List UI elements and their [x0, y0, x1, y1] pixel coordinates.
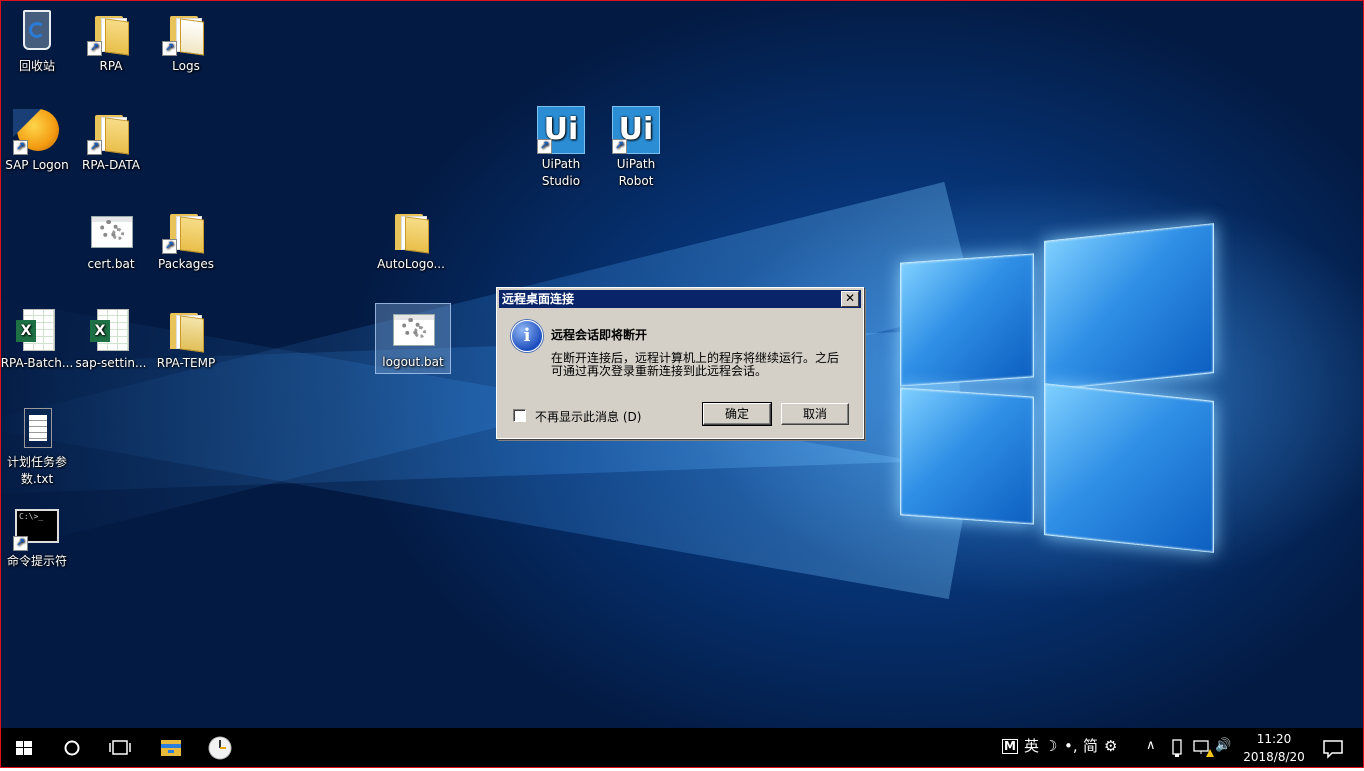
icon-label: AutoLogo...	[377, 257, 445, 271]
icon-label: cert.bat	[87, 257, 135, 271]
desktop-icon-cmd[interactable]: C:\>_ ↗ 命令提示符	[0, 503, 74, 570]
ok-button[interactable]: 确定	[702, 402, 772, 426]
shortcut-arrow-icon: ↗	[13, 536, 28, 551]
folder-icon: ↗	[87, 107, 135, 155]
show-hidden-icons-chevron-icon[interactable]: ∧	[1146, 736, 1156, 756]
desktop-icon-cert-bat[interactable]: cert.bat	[74, 206, 148, 273]
icon-label: logout.bat	[382, 355, 444, 369]
taskbar-file-explorer[interactable]	[148, 728, 196, 768]
ime-punctuation-icon[interactable]: •,	[1064, 736, 1078, 756]
excel-file-icon: X	[16, 309, 55, 351]
network-warning-icon[interactable]	[1192, 738, 1214, 758]
shortcut-arrow-icon: ↗	[162, 41, 177, 56]
clock-icon	[208, 736, 232, 760]
icon-label: RPA-DATA	[82, 158, 140, 172]
ime-language[interactable]: 英	[1024, 736, 1039, 756]
desktop-icon-rpa-batch[interactable]: X RPA-Batch...	[0, 305, 74, 372]
icon-label: 命令提示符	[6, 554, 67, 568]
desktop: 回收站 ↗ RPA ↗ Logs ↗ SAP Logon ↗ RPA-DATA …	[0, 0, 1364, 728]
excel-file-icon: X	[90, 309, 129, 351]
shortcut-arrow-icon: ↗	[13, 140, 28, 155]
usb-device-icon[interactable]	[1170, 738, 1184, 758]
icon-label: RPA-TEMP	[156, 356, 216, 370]
dialog-title: 远程桌面连接	[499, 290, 861, 308]
clock-date: 2018/8/20	[1243, 750, 1305, 764]
file-explorer-icon	[161, 740, 181, 756]
desktop-icon-logs[interactable]: ↗ Logs	[149, 8, 223, 75]
windows-logo-pane	[900, 387, 1034, 525]
windows-logo-pane	[1044, 223, 1214, 391]
shortcut-arrow-icon: ↗	[87, 140, 102, 155]
clock[interactable]: 11:20 2018/8/20	[1240, 728, 1308, 770]
text-file-icon	[24, 408, 52, 448]
desktop-icon-sap-settings[interactable]: X sap-settin...	[74, 305, 148, 372]
task-view-button[interactable]	[96, 728, 144, 768]
desktop-icon-sap-logon[interactable]: ↗ SAP Logon	[0, 107, 74, 174]
windows-logo-pane	[1044, 383, 1214, 553]
folder-icon: ↗	[162, 206, 210, 254]
batch-file-icon	[87, 206, 135, 254]
desktop-icon-logout-bat[interactable]: logout.bat	[375, 303, 451, 374]
folder-icon: ↗	[87, 8, 135, 56]
desktop-icon-uipath-robot[interactable]: Ui ↗ UiPath Robot	[599, 106, 673, 190]
recycle-bin-icon	[23, 10, 51, 50]
shortcut-arrow-icon: ↗	[537, 139, 552, 154]
icon-label: UiPath Robot	[616, 157, 656, 188]
shortcut-arrow-icon: ↗	[162, 239, 177, 254]
dialog-heading: 远程会话即将断开	[551, 328, 648, 342]
icon-label: sap-settin...	[75, 356, 147, 370]
icon-label: RPA-Batch...	[0, 356, 74, 370]
windows-start-icon	[16, 741, 32, 755]
desktop-icon-recycle-bin[interactable]: 回收站	[0, 8, 74, 75]
ime-mode-m[interactable]: M	[1002, 739, 1018, 754]
ime-simplified[interactable]: 简	[1083, 736, 1098, 756]
desktop-icon-schedule-params-txt[interactable]: 计划任务参数.txt	[0, 404, 74, 488]
folder-icon: ↗	[162, 8, 210, 56]
desktop-icon-rpa-data[interactable]: ↗ RPA-DATA	[74, 107, 148, 174]
windows-logo-pane	[900, 253, 1034, 387]
shortcut-arrow-icon: ↗	[612, 139, 627, 154]
search-button[interactable]	[48, 728, 96, 768]
cortana-circle-icon	[64, 740, 80, 756]
dont-show-again-checkbox[interactable]	[513, 409, 526, 422]
close-button[interactable]: ✕	[841, 291, 859, 307]
desktop-icon-rpa-temp[interactable]: RPA-TEMP	[149, 305, 223, 372]
folder-icon	[162, 305, 210, 353]
icon-label: Packages	[158, 257, 214, 271]
volume-icon[interactable]: 🔊	[1215, 736, 1231, 756]
desktop-icon-packages[interactable]: ↗ Packages	[149, 206, 223, 273]
icon-label: 计划任务参数.txt	[6, 455, 67, 486]
shortcut-arrow-icon: ↗	[87, 41, 102, 56]
ime-settings-gear-icon[interactable]: ⚙	[1104, 736, 1117, 756]
icon-label: SAP Logon	[5, 158, 69, 172]
start-button[interactable]	[0, 728, 48, 768]
info-icon: i	[511, 320, 543, 352]
action-center-button[interactable]	[1316, 728, 1356, 768]
desktop-icon-uipath-studio[interactable]: Ui ↗ UiPath Studio	[524, 106, 598, 190]
folder-icon	[387, 206, 435, 254]
clock-time: 11:20	[1256, 732, 1292, 746]
dont-show-again-label[interactable]: 不再显示此消息 (D)	[535, 408, 641, 425]
close-icon: ✕	[844, 291, 856, 305]
taskbar-clock-app[interactable]	[196, 728, 244, 768]
dialog-message: 在断开连接后，远程计算机上的程序将继续运行。之后可通过再次登录重新连接到此远程会…	[551, 351, 840, 378]
icon-label: RPA	[99, 59, 123, 73]
taskbar: M 英 ☽ •, 简 ⚙ ∧ 🔊 11:20 2018/8/20	[0, 728, 1364, 768]
cancel-button[interactable]: 取消	[781, 403, 849, 425]
icon-label: UiPath Studio	[541, 157, 581, 188]
desktop-icon-rpa[interactable]: ↗ RPA	[74, 8, 148, 75]
desktop-icon-autologon[interactable]: AutoLogo...	[374, 206, 448, 273]
remote-desktop-dialog: 远程桌面连接 ✕ i 远程会话即将断开 在断开连接后，远程计算机上的程序将继续运…	[496, 287, 864, 439]
batch-file-icon	[389, 304, 437, 352]
icon-label: 回收站	[18, 59, 55, 73]
ime-fullwidth-moon-icon[interactable]: ☽	[1044, 736, 1057, 756]
notification-icon	[1323, 740, 1343, 759]
task-view-icon	[109, 740, 131, 755]
icon-label: Logs	[172, 59, 200, 73]
